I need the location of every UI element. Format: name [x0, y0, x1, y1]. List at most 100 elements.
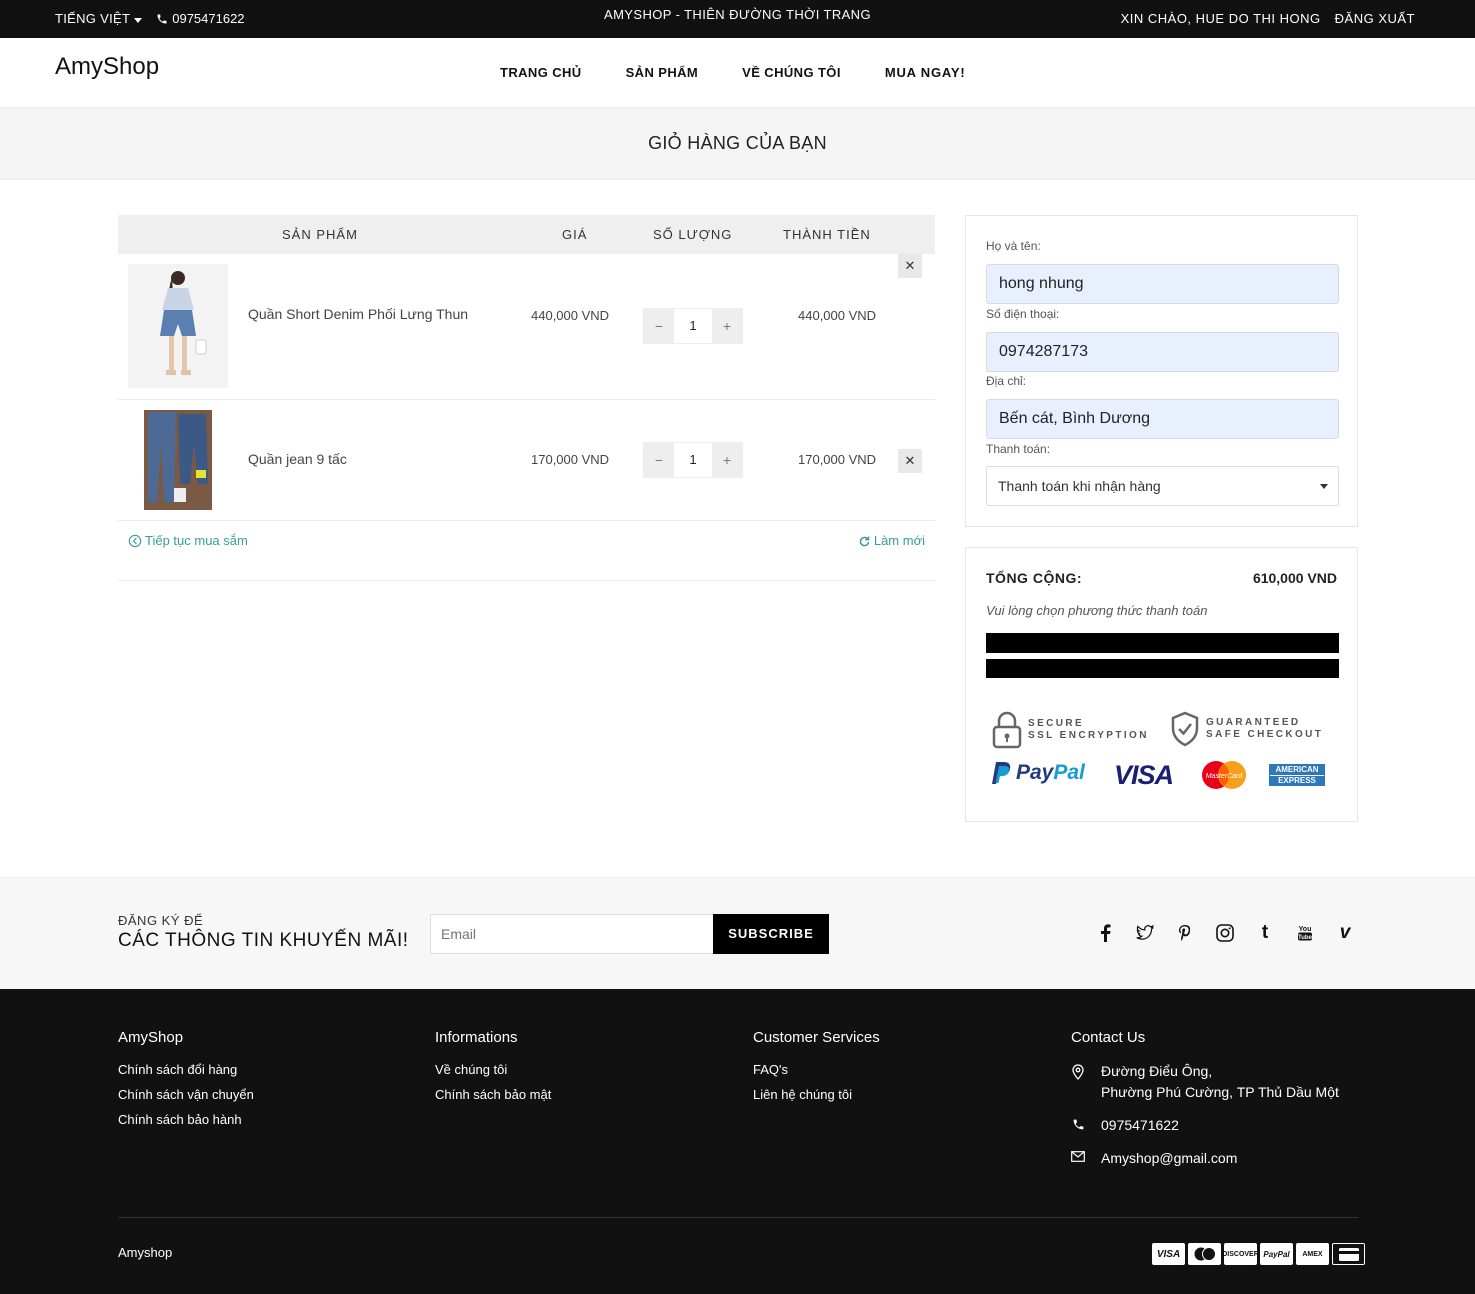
- checkout-form: Họ và tên: Số điện thoại: Địa chỉ: Thanh…: [965, 215, 1358, 527]
- nav-products[interactable]: SẢN PHẨM: [626, 65, 699, 80]
- nav-home[interactable]: TRANG CHỦ: [500, 65, 582, 80]
- line-total: 170,000 VND: [798, 452, 877, 467]
- subscribe-button[interactable]: SUBSCRIBE: [713, 914, 829, 954]
- footer-column-shop: AmyShop Chính sách đổi hàng Chính sách v…: [118, 1029, 254, 1137]
- envelope-icon: [1071, 1148, 1085, 1169]
- topbar-phone[interactable]: 0975471622: [156, 11, 245, 26]
- continue-shopping-link[interactable]: Tiếp tục mua sắm: [128, 533, 248, 548]
- guarantee-text-1: GUARANTEED: [1206, 717, 1301, 728]
- footer-phone[interactable]: 0975471622: [1071, 1115, 1179, 1136]
- map-pin-icon: [1071, 1061, 1085, 1103]
- footer-link-about[interactable]: Về chúng tôi: [435, 1062, 551, 1077]
- payment-note: Vui lòng chọn phương thức thanh toán: [986, 603, 1208, 618]
- total-value: 610,000 VND: [1252, 570, 1337, 586]
- product-image[interactable]: [144, 410, 212, 510]
- product-price: 440,000 VND: [531, 308, 610, 323]
- language-selector[interactable]: TIẾNG VIỆT: [55, 11, 143, 26]
- quantity-value[interactable]: 1: [674, 309, 712, 343]
- footer-column-info: Informations Về chúng tôi Chính sách bảo…: [435, 1029, 551, 1112]
- remove-item-button[interactable]: ✕: [898, 254, 922, 278]
- product-name[interactable]: Quần Short Denim Phối Lưng Thun: [248, 306, 468, 322]
- cart-table-header: SẢN PHẨM GIÁ SỐ LƯỢNG THÀNH TIỀN: [118, 215, 935, 254]
- footer-link-exchange[interactable]: Chính sách đổi hàng: [118, 1062, 254, 1077]
- svg-text:Tube: Tube: [1298, 935, 1313, 941]
- facebook-icon[interactable]: [1092, 920, 1118, 946]
- remove-item-button[interactable]: ✕: [898, 449, 922, 473]
- visa-logo: VISA: [1114, 760, 1174, 790]
- top-bar: TIẾNG VIỆT 0975471622 AMYSHOP - THIÊN ĐƯ…: [0, 0, 1475, 38]
- payment-method-select[interactable]: Thanh toán khi nhận hàng: [986, 466, 1339, 506]
- paypal-card-icon: PayPal: [1260, 1243, 1293, 1265]
- phone-field[interactable]: [986, 332, 1339, 372]
- refresh-icon: [859, 536, 870, 547]
- footer-heading: Customer Services: [753, 1029, 880, 1046]
- site-logo[interactable]: AmyShop: [55, 53, 159, 81]
- newsletter-section: ĐĂNG KÝ ĐỂ CÁC THÔNG TIN KHUYẾN MÃI! SUB…: [0, 877, 1475, 989]
- amex-card-icon: AMEX: [1296, 1243, 1329, 1265]
- discover-card-icon: DISCOVER: [1222, 1243, 1259, 1265]
- name-field[interactable]: [986, 264, 1339, 304]
- column-quantity: SỐ LƯỢNG: [653, 227, 733, 242]
- caret-down-icon: [134, 17, 143, 23]
- cart-row: Quần Short Denim Phối Lưng Thun 440,000 …: [118, 254, 935, 400]
- page-title: GIỎ HÀNG CỦA BẠN: [0, 108, 1475, 180]
- quantity-stepper: − 1 +: [643, 308, 743, 344]
- main-nav: TRANG CHỦ SẢN PHẨM VỀ CHÚNG TÔI MUA NGAY…: [478, 65, 987, 80]
- guaranteed-checkout-badge: GUARANTEED SAFE CHECKOUT: [1170, 711, 1323, 747]
- twitter-icon[interactable]: [1132, 920, 1158, 946]
- topbar-phone-text: 0975471622: [172, 11, 245, 26]
- increase-button[interactable]: +: [712, 443, 742, 477]
- footer-link-faq[interactable]: FAQ's: [753, 1062, 880, 1077]
- payment-button-placeholder[interactable]: [986, 633, 1339, 653]
- guarantee-text-2: SAFE CHECKOUT: [1206, 729, 1324, 740]
- total-label: TỔNG CỘNG:: [986, 570, 1082, 586]
- logout-link[interactable]: ĐĂNG XUẤT: [1335, 11, 1415, 26]
- social-links: t You Tube v: [1092, 920, 1358, 946]
- instagram-icon[interactable]: [1212, 920, 1238, 946]
- decrease-button[interactable]: −: [644, 309, 674, 343]
- footer-link-privacy[interactable]: Chính sách bảo mật: [435, 1087, 551, 1102]
- youtube-icon[interactable]: You Tube: [1292, 920, 1318, 946]
- lock-icon: [992, 711, 1022, 749]
- secure-text-1: SECURE: [1028, 718, 1085, 729]
- name-label: Họ và tên:: [986, 239, 1041, 253]
- footer-link-shipping[interactable]: Chính sách vận chuyển: [118, 1087, 254, 1102]
- footer-column-services: Customer Services FAQ's Liên hệ chúng tô…: [753, 1029, 880, 1112]
- greeting-link[interactable]: XIN CHÀO, HUE DO THI HONG: [1121, 11, 1321, 26]
- increase-button[interactable]: +: [712, 309, 742, 343]
- tumblr-icon[interactable]: t: [1252, 920, 1278, 946]
- footer-email-text: Amyshop@gmail.com: [1101, 1150, 1238, 1166]
- quantity-value[interactable]: 1: [674, 443, 712, 477]
- newsletter-email-input[interactable]: [430, 914, 714, 954]
- address-line-1: Đường Điểu Ông,: [1101, 1063, 1213, 1079]
- product-price: 170,000 VND: [531, 452, 610, 467]
- secure-text-2: SSL ENCRYPTION: [1028, 730, 1149, 741]
- product-name[interactable]: Quần jean 9 tấc: [248, 451, 347, 467]
- column-total: THÀNH TIỀN: [783, 227, 871, 242]
- product-image[interactable]: [128, 264, 228, 388]
- product-photo-shorts: [128, 264, 228, 388]
- refresh-label: Làm mới: [873, 533, 925, 548]
- cart-row: Quần jean 9 tấc 170,000 VND − 1 + 170,00…: [118, 400, 935, 521]
- refresh-cart-link[interactable]: Làm mới: [858, 533, 925, 548]
- nav-about[interactable]: VỀ CHÚNG TÔI: [742, 65, 841, 80]
- footer-divider: [118, 1217, 1358, 1218]
- payment-button-placeholder[interactable]: [986, 659, 1339, 678]
- decrease-button[interactable]: −: [644, 443, 674, 477]
- visa-card-icon: VISA: [1152, 1243, 1185, 1265]
- quantity-stepper: − 1 +: [643, 442, 743, 478]
- vimeo-icon[interactable]: v: [1332, 920, 1358, 946]
- nav-buy-now[interactable]: MUA NGAY!: [885, 65, 966, 80]
- mastercard-logo: MasterCard: [1201, 760, 1247, 795]
- footer-link-warranty[interactable]: Chính sách bảo hành: [118, 1112, 254, 1127]
- paypal-icon: [992, 762, 1011, 784]
- footer-link-contact[interactable]: Liên hệ chúng tôi: [753, 1087, 880, 1102]
- paypal-logo: PayPal: [992, 760, 1085, 786]
- address-field[interactable]: [986, 399, 1339, 439]
- pinterest-icon[interactable]: [1172, 920, 1198, 946]
- svg-text:You: You: [1299, 926, 1312, 933]
- shield-check-icon: [1171, 711, 1199, 747]
- order-summary: TỔNG CỘNG: 610,000 VND Vui lòng chọn phư…: [965, 547, 1358, 822]
- footer-email[interactable]: Amyshop@gmail.com: [1071, 1148, 1237, 1169]
- footer-heading: AmyShop: [118, 1029, 184, 1046]
